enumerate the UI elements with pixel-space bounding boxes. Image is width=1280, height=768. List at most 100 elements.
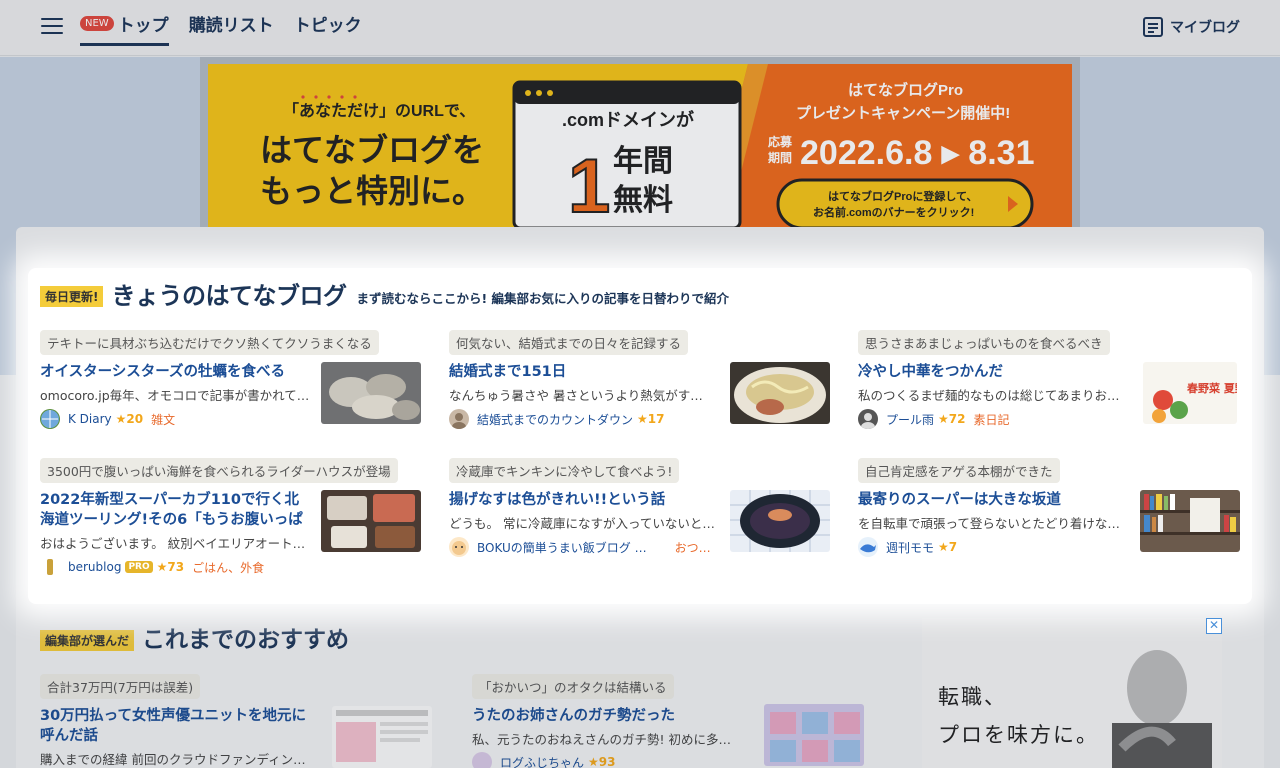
screenshot-photo-icon: [332, 706, 432, 768]
category-link[interactable]: 雑文: [151, 411, 175, 428]
banner-year-text: 年間: [613, 145, 673, 178]
recommend-entry-2: 「おかいつ」のオタクは結構いる うたのお姉さんのガチ勢だった 私、元うたのおねえ…: [472, 674, 864, 768]
ad-copy: 転職、 プロを味方に。: [938, 678, 1099, 754]
ad-close-icon[interactable]: ✕: [1206, 618, 1222, 634]
category-link[interactable]: おつ…: [675, 539, 711, 556]
recommend-tag: 編集部が選んだ: [40, 630, 135, 651]
myblog-link[interactable]: マイブログ: [1142, 16, 1240, 38]
recommend-entry-title[interactable]: 30万円払って女性声優ユニットを地元に呼んだ話: [40, 706, 312, 746]
category-link[interactable]: 素日記: [973, 411, 1009, 428]
character-avatar-icon: [452, 541, 466, 555]
star-count[interactable]: ★7: [938, 540, 957, 554]
nav-tab-top[interactable]: NEW トップ: [80, 0, 169, 46]
hamburger-menu-icon[interactable]: [41, 18, 63, 38]
entry-title[interactable]: 結婚式まで151日: [449, 362, 721, 382]
entry-meta: 結婚式までのカウントダウン ★17: [449, 409, 672, 429]
nav-tab-topics[interactable]: トピック: [294, 0, 362, 46]
oyster-photo-thumbnail[interactable]: [321, 362, 421, 424]
main-nav: NEW トップ 購読リスト トピック: [80, 0, 382, 56]
bookshelf-photo-icon: [1140, 490, 1240, 552]
banner-period-label1: 応募: [768, 134, 793, 149]
entry-meta: K Diary ★20 雑文: [40, 409, 175, 429]
banner-free-text: 無料: [613, 184, 673, 217]
campaign-banner-art: 「あなただけ」のURLで、 はてなブログを もっと特別に。 .comドメインが …: [208, 64, 1072, 244]
bottle-avatar-icon: [47, 559, 53, 575]
today-entry-6: 自己肯定感をアゲる本棚ができた 最寄りのスーパーは大きな坂道 を自転車で頑張って…: [858, 458, 1250, 568]
pro-badge: PRO: [125, 561, 153, 573]
advertisement[interactable]: ✕ 転職、 プロを味方に。: [922, 618, 1222, 768]
banner-cta-line1: はてなブログProに登録して、: [828, 189, 977, 203]
entry-title[interactable]: 最寄りのスーパーは大きな坂道: [858, 490, 1130, 510]
blog-name[interactable]: 週刊モモ: [886, 539, 934, 556]
entry-snippet: どうも。 常に冷蔵庫になすが入っていないと…: [449, 516, 715, 531]
top-header: NEW トップ 購読リスト トピック マイブログ: [0, 0, 1280, 56]
banner-one-number: 1: [568, 144, 610, 229]
globe-avatar-icon: [41, 410, 59, 428]
entry-catch: 冷蔵庫でキンキンに冷やして食べよう!: [449, 458, 680, 483]
avatar[interactable]: [40, 409, 60, 429]
bookshelf-photo-thumbnail[interactable]: [1140, 490, 1240, 552]
star-count[interactable]: ★72: [938, 412, 965, 426]
today-title: きょうのはてなブログ: [111, 282, 347, 310]
recommend-title: これまでのおすすめ: [142, 627, 350, 653]
avatar[interactable]: [858, 409, 878, 429]
nav-tab-subscriptions[interactable]: 購読リスト: [189, 0, 274, 46]
entry-title[interactable]: 2022年新型スーパーカブ110で行く北海道ツーリング!その6「もうお腹いっぱい…: [40, 490, 312, 530]
star-count[interactable]: ★17: [637, 412, 664, 426]
campaign-banner[interactable]: 「あなただけ」のURLで、 はてなブログを もっと特別に。 .comドメインが …: [208, 64, 1072, 244]
entry-title[interactable]: 冷やし中華をつかんだ: [858, 362, 1130, 382]
nav-tab-top-label: トップ: [117, 15, 169, 36]
today-subtitle: まず読むならここから! 編集部お気に入りの記事を日替わりで紹介: [356, 291, 730, 306]
avatar[interactable]: [472, 752, 492, 768]
avatar[interactable]: [40, 557, 60, 577]
entry-catch: 3500円で腹いっぱい海鮮を食べられるライダーハウスが登場: [40, 458, 398, 483]
star-count[interactable]: ★20: [116, 412, 143, 426]
avatar[interactable]: [449, 409, 469, 429]
noodle-photo-icon: [730, 362, 830, 424]
today-entry-2: 何気ない、結婚式までの日々を記録する 結婚式まで151日 なんちゅう暑さや 暑さ…: [449, 330, 841, 440]
vegetable-book-photo-icon: 春野菜 夏野菜: [1143, 362, 1237, 424]
today-header: 毎日更新! きょうのはてなブログ まず読むならここから! 編集部お気に入りの記事…: [40, 276, 729, 311]
entry-meta: 週刊モモ ★7: [858, 537, 965, 557]
blog-name[interactable]: K Diary: [68, 412, 112, 426]
blog-name[interactable]: プール雨: [886, 411, 934, 428]
recommend-entry-title[interactable]: うたのお姉さんのガチ勢だった: [472, 706, 744, 726]
star-count[interactable]: ★73: [157, 560, 184, 574]
entry-title[interactable]: オイスターシスターズの牡蠣を食べる: [40, 362, 312, 382]
eggplant-photo-thumbnail[interactable]: [730, 490, 830, 552]
banner-dates: 2022.6.8 ▸ 8.31: [800, 134, 1034, 172]
screenshot-photo-thumbnail[interactable]: [332, 706, 432, 768]
blog-name[interactable]: 結婚式までのカウントダウン: [477, 411, 633, 428]
banner-right-line2: プレゼントキャンペーン開催中!: [796, 104, 1010, 122]
star-count[interactable]: ★93: [588, 755, 615, 768]
myblog-label: マイブログ: [1170, 20, 1240, 36]
today-section: 毎日更新! きょうのはてなブログ まず読むならここから! 編集部お気に入りの記事…: [28, 268, 1252, 604]
noodle-photo-thumbnail[interactable]: [730, 362, 830, 424]
nav-tab-topics-label: トピック: [293, 15, 362, 36]
avatar[interactable]: [858, 537, 878, 557]
seafood-photo-thumbnail[interactable]: [321, 490, 421, 552]
cards-photo-thumbnail[interactable]: [764, 704, 864, 766]
banner-cta-line2: お名前.comのバナーをクリック!: [813, 205, 974, 219]
oyster-photo-icon: [321, 362, 421, 424]
banner-domain-text: .comドメインが: [562, 109, 694, 130]
category-link[interactable]: ごはん、外食: [192, 559, 264, 576]
blog-name[interactable]: ログふじちゃん: [500, 754, 584, 768]
avatar[interactable]: [449, 537, 469, 557]
entry-meta: プール雨 ★72 素日記: [858, 409, 1010, 429]
ad-line2: プロを味方に。: [938, 723, 1099, 747]
seafood-photo-icon: [321, 490, 421, 552]
today-entry-4: 3500円で腹いっぱい海鮮を食べられるライダーハウスが登場 2022年新型スーパ…: [40, 458, 432, 577]
entry-catch: 何気ない、結婚式までの日々を記録する: [449, 330, 689, 355]
today-entry-5: 冷蔵庫でキンキンに冷やして食べよう! 揚げなすは色がきれい!!という話 どうも。…: [449, 458, 841, 568]
vegetable-book-photo-thumbnail[interactable]: 春野菜 夏野菜: [1143, 362, 1237, 424]
today-entry-1: テキトーに具材ぶち込むだけでクソ熱くてクソうまくなる オイスターシスターズの牡蠣…: [40, 330, 432, 440]
entry-snippet: を自転車で頑張って登らないとたどり着けな…: [858, 516, 1120, 531]
entry-snippet: おはようございます。 紋別ベイエリアオート…: [40, 536, 306, 551]
blog-name[interactable]: berublog: [68, 560, 121, 574]
blog-name[interactable]: BOKUの簡単うまい飯ブログ …: [477, 539, 647, 556]
nav-tab-subscriptions-label: 購読リスト: [188, 15, 274, 36]
recommend-entry-snippet: 私、元うたのおねえさんのガチ勢! 初めに多…: [472, 732, 731, 747]
entry-catch: 自己肯定感をアゲる本棚ができた: [858, 458, 1060, 483]
entry-title[interactable]: 揚げなすは色がきれい!!という話: [449, 490, 721, 510]
